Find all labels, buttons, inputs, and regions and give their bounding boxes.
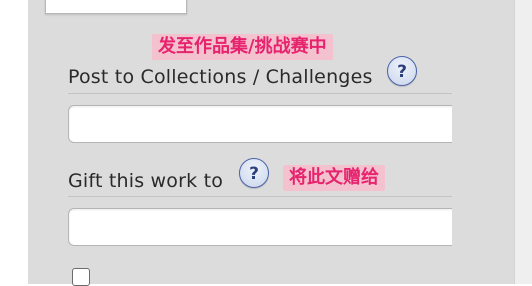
collections-label: Post to Collections / Challenges — [68, 66, 373, 88]
previous-field-box — [45, 0, 187, 14]
gift-help-icon[interactable]: ? — [239, 158, 269, 188]
page-right-edge — [514, 0, 532, 284]
collections-divider — [68, 93, 452, 94]
panel-right-area — [452, 0, 514, 284]
gift-translation-annotation: 将此文赠给 — [283, 165, 385, 191]
gift-recipient-input[interactable] — [68, 208, 468, 246]
gift-divider — [68, 196, 452, 197]
collections-input[interactable] — [68, 105, 468, 143]
option-checkbox[interactable] — [72, 268, 90, 286]
collections-help-icon[interactable]: ? — [387, 56, 417, 86]
gift-label: Gift this work to — [68, 170, 224, 192]
collections-translation-annotation: 发至作品集/挑战赛中 — [152, 34, 333, 60]
